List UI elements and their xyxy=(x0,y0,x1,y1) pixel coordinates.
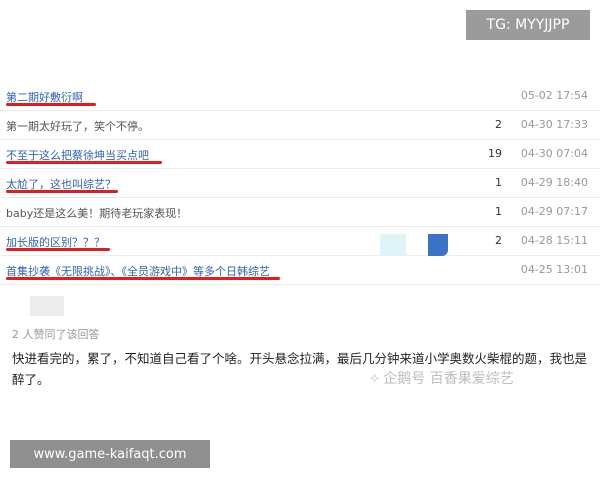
watermark-text: 企鹅号 百香果爱综艺 xyxy=(383,371,514,387)
list-item[interactable]: 第一期太好玩了，笑个不停。 2 04-30 17:33 xyxy=(0,111,600,140)
row-count: 2 xyxy=(495,234,502,247)
reply-likes: 2 人赞同了该回答 xyxy=(12,328,100,341)
blurred-region xyxy=(380,234,406,256)
red-underline xyxy=(6,190,118,193)
red-underline xyxy=(6,103,96,106)
row-date: 04-28 15:11 xyxy=(520,234,588,247)
row-count: 19 xyxy=(488,147,502,160)
blurred-avatar xyxy=(30,296,64,316)
list-item[interactable]: baby还是这么美！期待老玩家表现！ 1 04-29 07:17 xyxy=(0,198,600,227)
red-underline xyxy=(6,161,162,164)
row-date: 04-30 07:04 xyxy=(520,147,588,160)
row-date: 04-25 13:01 xyxy=(520,263,588,276)
comment-list: 第二期好敷衍啊 05-02 17:54 第一期太好玩了，笑个不停。 2 04-3… xyxy=(0,82,600,285)
list-item[interactable]: 首集抄袭《无限挑战》、《全员游戏中》等多个日韩综艺 04-25 13:01 xyxy=(0,256,600,285)
row-title[interactable]: 第一期太好玩了，笑个不停。 xyxy=(6,118,149,134)
row-date: 05-02 17:54 xyxy=(520,89,588,102)
row-count: 2 xyxy=(495,118,502,131)
row-date: 04-29 18:40 xyxy=(520,176,588,189)
tg-badge: TG: MYYJJPP xyxy=(466,10,590,40)
red-underline xyxy=(6,248,110,251)
list-item[interactable]: 第二期好敷衍啊 05-02 17:54 xyxy=(0,82,600,111)
blurred-region xyxy=(428,234,448,256)
penguin-icon: ⟡ xyxy=(370,370,380,386)
watermark: ⟡ 企鹅号 百香果爱综艺 xyxy=(370,368,514,388)
row-date: 04-29 07:17 xyxy=(520,205,588,218)
list-item[interactable]: 不至于这么把蔡徐坤当买点吧 19 04-30 07:04 xyxy=(0,140,600,169)
list-item[interactable]: 太尬了，这也叫综艺？ 1 04-29 18:40 xyxy=(0,169,600,198)
list-item[interactable]: 加长版的区别？？？ 2 04-28 15:11 xyxy=(0,227,600,256)
red-underline xyxy=(6,277,280,280)
row-date: 04-30 17:33 xyxy=(520,118,588,131)
row-count: 1 xyxy=(495,205,502,218)
row-count: 1 xyxy=(495,176,502,189)
row-title[interactable]: baby还是这么美！期待老玩家表现！ xyxy=(6,205,187,221)
site-url-badge: www.game-kaifaqt.com xyxy=(10,440,210,468)
